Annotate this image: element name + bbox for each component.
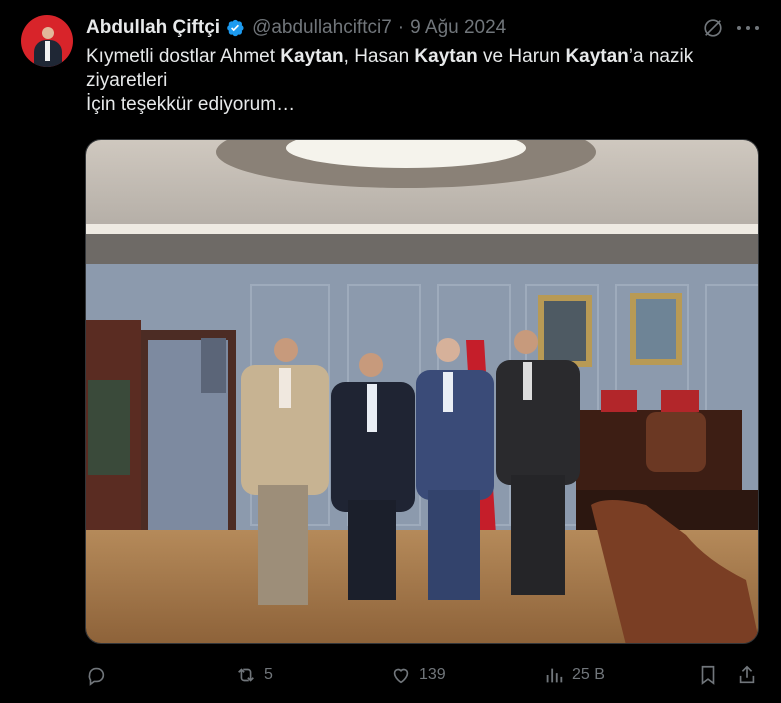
post-image[interactable] (85, 139, 759, 644)
views-button[interactable]: 25 B (543, 660, 605, 690)
post-text: Kıymetli dostlar Ahmet Kaytan, Hasan Kay… (86, 46, 694, 115)
reply-icon (88, 667, 105, 686)
author-name[interactable]: Abdullah Çiftçi (86, 17, 220, 39)
repost-count: 5 (264, 666, 273, 683)
bookmark-icon (701, 665, 715, 685)
views-icon (546, 668, 563, 683)
share-button[interactable] (736, 660, 758, 690)
bookmark-button[interactable] (697, 660, 719, 690)
like-count: 139 (419, 666, 446, 683)
reply-button[interactable] (85, 660, 107, 690)
repost-button[interactable]: 5 (235, 660, 273, 690)
tweet-header: Abdullah Çiftçi @abdullahciftci7 · 9 Ağu… (86, 16, 506, 40)
post-date[interactable]: 9 Ağu 2024 (410, 17, 506, 39)
grok-icon[interactable] (702, 17, 724, 39)
verified-badge-icon (225, 18, 245, 38)
avatar[interactable] (21, 15, 73, 67)
views-count: 25 B (572, 666, 605, 683)
tweet[interactable]: Abdullah Çiftçi @abdullahciftci7 · 9 Ağu… (0, 0, 781, 703)
like-button[interactable]: 139 (390, 660, 446, 690)
action-bar: 5 139 25 B (85, 660, 759, 690)
heart-icon (393, 668, 409, 684)
author-handle[interactable]: @abdullahciftci7 (252, 17, 392, 39)
repost-icon (238, 668, 254, 682)
more-options-icon[interactable] (737, 18, 759, 38)
separator-dot: · (397, 17, 405, 38)
share-icon (739, 665, 755, 684)
